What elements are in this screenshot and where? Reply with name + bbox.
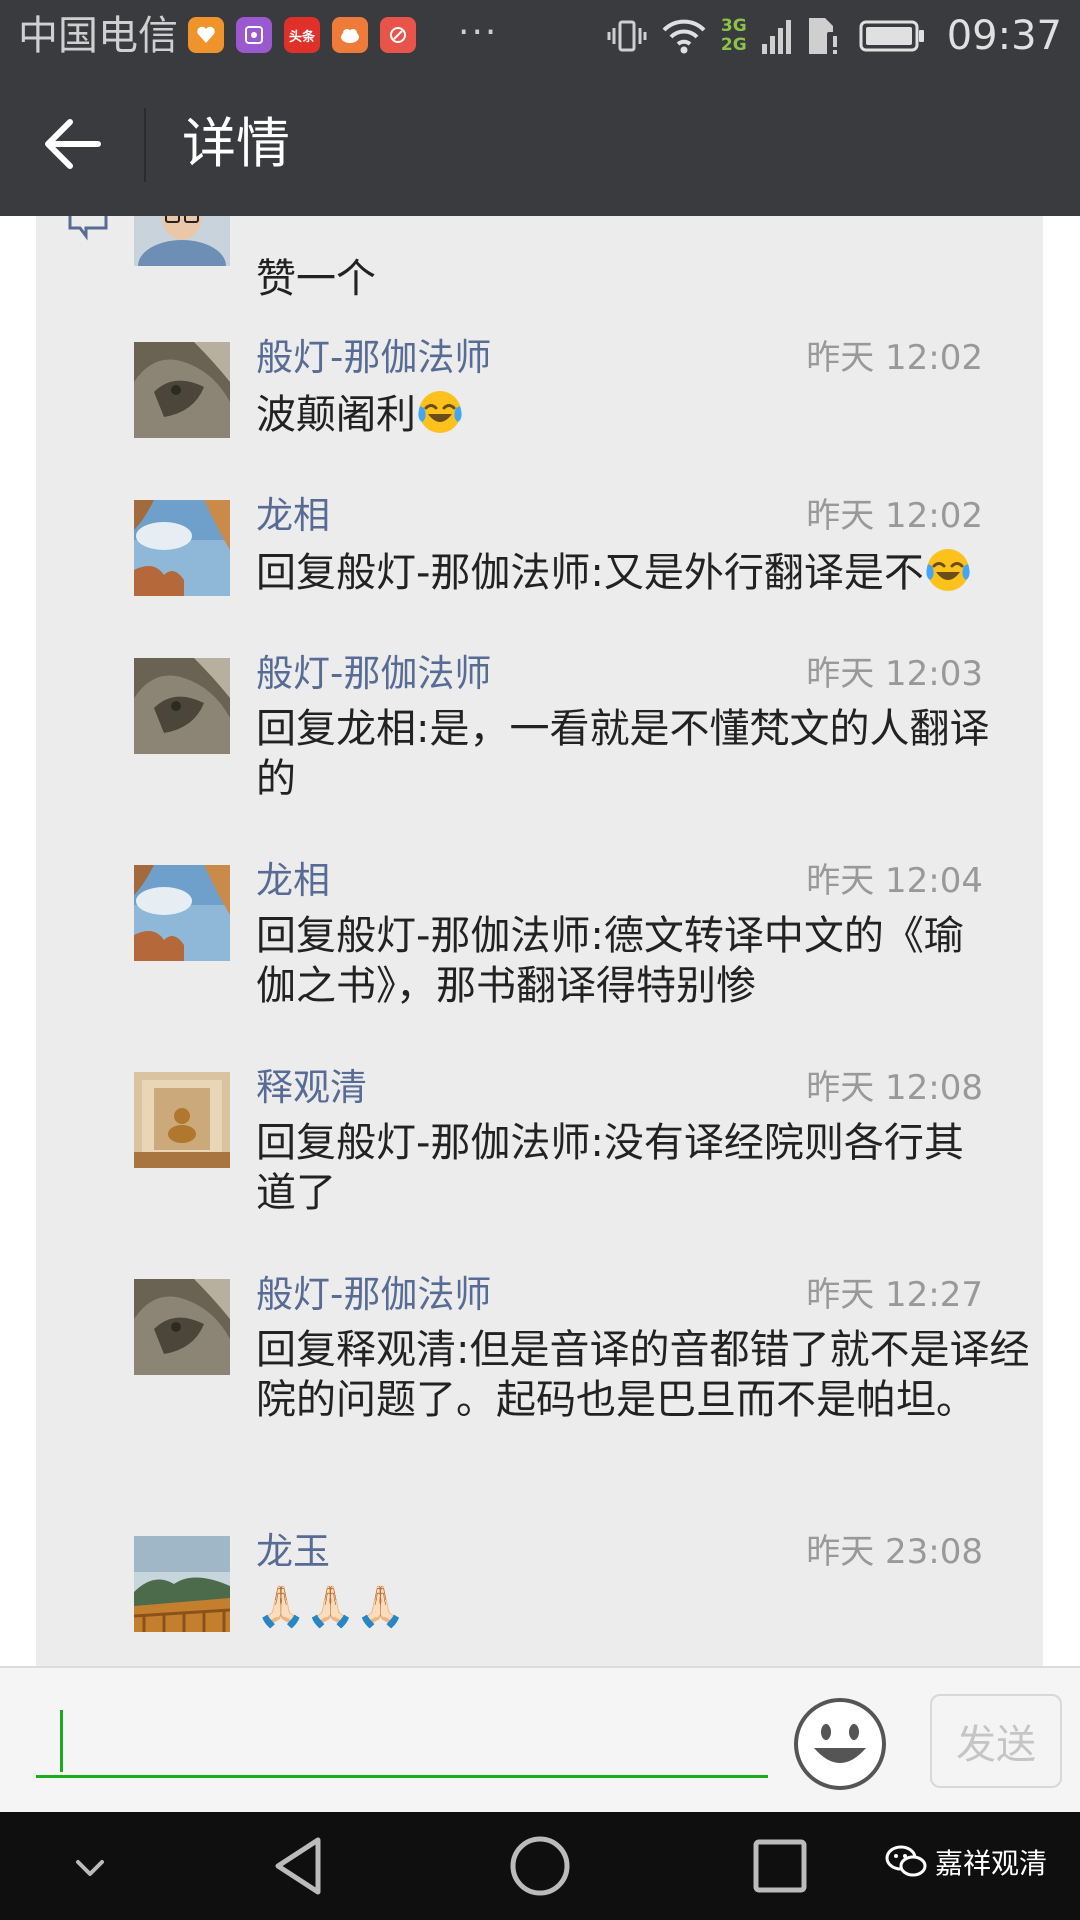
back-button[interactable]	[36, 108, 108, 180]
network-2g-label: 2G	[720, 35, 747, 55]
comment-author[interactable]: 般灯-那伽法师	[256, 652, 491, 696]
avatar[interactable]	[134, 1536, 230, 1632]
carrier-label: 中国电信	[18, 13, 178, 59]
vibrate-icon	[607, 20, 647, 52]
app-icon-orange	[188, 17, 224, 53]
more-notifications-icon: ···	[458, 12, 499, 53]
hide-keyboard-icon[interactable]	[52, 1830, 128, 1902]
notification-icons: 头条	[188, 17, 416, 53]
status-indicators: 3G 2G 09:37	[607, 10, 1062, 62]
comment-time: 昨天 12:27	[806, 1275, 983, 1315]
header-divider	[144, 108, 146, 182]
wechat-icon	[885, 1845, 927, 1877]
comment-author[interactable]: 般灯-那伽法师	[256, 1273, 491, 1317]
sky-tree-avatar-image	[134, 865, 230, 961]
network-type: 3G 2G	[721, 17, 747, 55]
system-nav-bar: 嘉祥观清	[0, 1812, 1080, 1920]
comment-time: 昨天 12:08	[806, 1068, 983, 1108]
smiley-icon	[794, 1698, 886, 1790]
comment-text: 赞一个	[256, 256, 376, 302]
text-cursor	[60, 1710, 63, 1772]
app-icon-toutiao: 头条	[284, 17, 320, 53]
comment-time: 昨天 12:02	[806, 338, 983, 378]
avatar[interactable]	[134, 500, 230, 596]
status-bar: 中国电信 头条 ··· 3G 2G 09:37	[0, 0, 1080, 72]
comment-text: 回复般灯-那伽法师:没有译经院则各行其道了	[256, 1120, 964, 1216]
send-button[interactable]: 发送	[930, 1694, 1062, 1788]
sim-alert-icon	[808, 18, 843, 56]
watermark-text: 嘉祥观清	[935, 1847, 1048, 1880]
person-avatar-image	[134, 216, 230, 266]
back-nav-icon[interactable]	[262, 1830, 338, 1902]
stone-statue-avatar-image	[134, 342, 230, 438]
comment-time: 昨天 12:03	[806, 654, 983, 694]
stone-statue-avatar-image	[134, 1279, 230, 1375]
app-icon-orange-cloud	[332, 17, 368, 53]
page-title: 详情	[182, 112, 290, 175]
comment-text: 🙏🏻🙏🏻🙏🏻	[256, 1584, 406, 1630]
sky-tree-avatar-image	[134, 500, 230, 596]
avatar[interactable]	[134, 342, 230, 438]
comment-text: 回复释观清:但是音译的音都错了就不是译经院的问题了。起码也是巴旦而不是帕坦。	[256, 1327, 1030, 1423]
comment-list[interactable]: 赞一个 般灯-那伽法师 昨天 12:02 波颠阇利 龙相 昨天 12:02 回复…	[0, 216, 1080, 1666]
comment-text: 回复般灯-那伽法师:又是外行翻译是不	[256, 546, 1056, 598]
network-3g-label: 3G	[720, 16, 747, 36]
avatar[interactable]	[134, 1072, 230, 1168]
app-icon-purple	[236, 17, 272, 53]
comment-time: 昨天 12:04	[806, 861, 983, 901]
avatar[interactable]	[134, 216, 230, 266]
comment-text: 回复龙相:是，一看就是不懂梵文的人翻译的	[256, 706, 990, 802]
app-icon-red-tools	[380, 17, 416, 53]
comment-author[interactable]: 般灯-那伽法师	[256, 336, 491, 380]
avatar[interactable]	[134, 1279, 230, 1375]
comment-time: 昨天 23:08	[806, 1532, 983, 1572]
back-arrow-icon	[45, 119, 101, 169]
shrine-avatar-image	[134, 1072, 230, 1168]
stone-statue-avatar-image	[134, 658, 230, 754]
comment-icon	[68, 216, 108, 241]
comment-input[interactable]	[36, 1706, 768, 1778]
landscape-avatar-image	[134, 1536, 230, 1632]
comment-panel: 赞一个 般灯-那伽法师 昨天 12:02 波颠阇利 龙相 昨天 12:02 回复…	[36, 216, 1043, 1666]
comment-text: 回复般灯-那伽法师:德文转译中文的《瑜伽之书》，那书翻译得特别惨	[256, 913, 964, 1009]
avatar[interactable]	[134, 658, 230, 754]
emoji-button[interactable]	[792, 1696, 888, 1792]
battery-icon	[859, 20, 924, 52]
signal-icon	[761, 20, 791, 54]
clock: 09:37	[946, 13, 1062, 59]
comment-author[interactable]: 龙相	[256, 494, 330, 538]
comment-time: 昨天 12:02	[806, 496, 983, 536]
comment-author[interactable]: 释观清	[256, 1066, 367, 1110]
home-nav-icon[interactable]	[502, 1830, 578, 1902]
avatar[interactable]	[134, 865, 230, 961]
recents-nav-icon[interactable]	[742, 1830, 818, 1902]
laugh-cry-emoji-icon	[418, 391, 462, 433]
comment-input-bar: 发送	[0, 1666, 1080, 1812]
comment-author[interactable]: 龙玉	[256, 1530, 330, 1574]
comment-text: 波颠阇利	[256, 388, 1056, 440]
wifi-icon	[662, 19, 706, 54]
watermark: 嘉祥观清	[885, 1842, 1047, 1882]
comment-author[interactable]: 龙相	[256, 859, 330, 903]
app-header: 详情	[0, 72, 1080, 216]
laugh-cry-emoji-icon	[926, 549, 970, 591]
